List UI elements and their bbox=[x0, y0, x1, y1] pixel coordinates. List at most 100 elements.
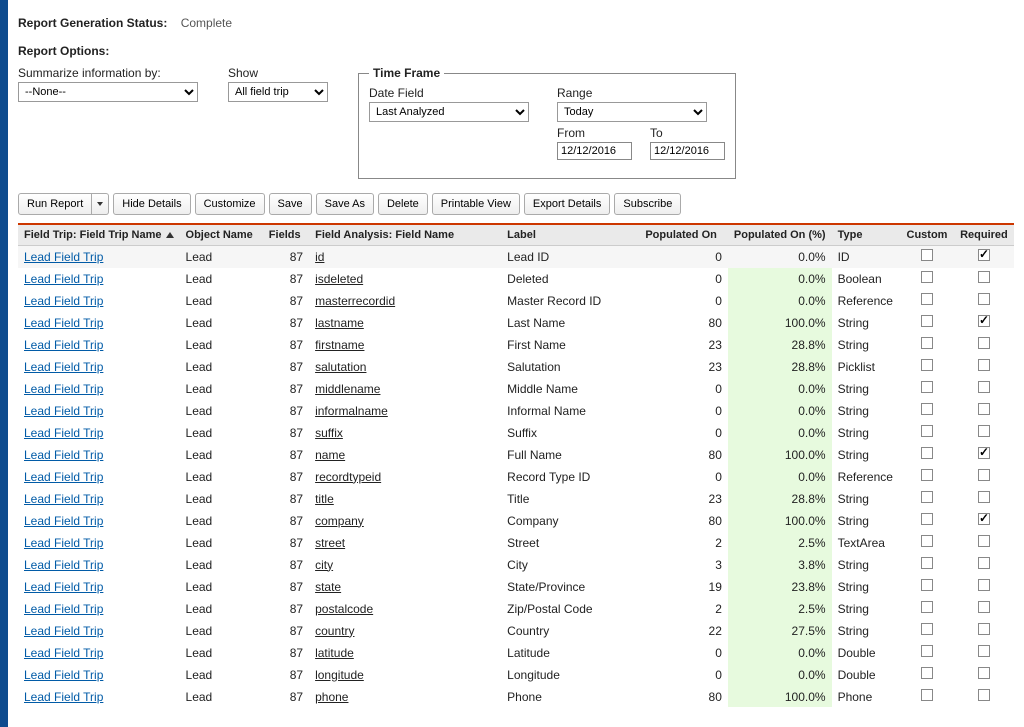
range-select[interactable]: Today bbox=[557, 102, 707, 122]
field-analysis-link[interactable]: longitude bbox=[315, 668, 364, 682]
trip-link[interactable]: Lead Field Trip bbox=[24, 382, 103, 396]
export-details-button[interactable]: Export Details bbox=[524, 193, 610, 215]
checkbox-icon bbox=[978, 557, 990, 569]
field-analysis-link[interactable]: company bbox=[315, 514, 364, 528]
checkbox-icon bbox=[978, 425, 990, 437]
trip-link[interactable]: Lead Field Trip bbox=[24, 448, 103, 462]
col-custom[interactable]: Custom bbox=[901, 225, 955, 246]
cell-custom bbox=[901, 686, 955, 708]
table-row: Lead Field TripLead87postalcodeZip/Posta… bbox=[18, 598, 1014, 620]
cell-populated-pct: 27.5% bbox=[728, 620, 832, 642]
field-analysis-link[interactable]: masterrecordid bbox=[315, 294, 395, 308]
col-populated-on[interactable]: Populated On bbox=[639, 225, 728, 246]
from-input[interactable] bbox=[557, 142, 632, 160]
cell-populated-pct: 0.0% bbox=[728, 466, 832, 488]
checkbox-icon bbox=[978, 359, 990, 371]
cell-object: Lead bbox=[180, 246, 263, 268]
printable-view-button[interactable]: Printable View bbox=[432, 193, 520, 215]
cell-populated-on: 80 bbox=[639, 510, 728, 532]
hide-details-button[interactable]: Hide Details bbox=[113, 193, 190, 215]
trip-link[interactable]: Lead Field Trip bbox=[24, 360, 103, 374]
date-field-select[interactable]: Last Analyzed bbox=[369, 102, 529, 122]
cell-required bbox=[954, 444, 1014, 466]
trip-link[interactable]: Lead Field Trip bbox=[24, 514, 103, 528]
cell-fields: 87 bbox=[263, 554, 309, 576]
checkbox-icon bbox=[978, 381, 990, 393]
trip-link[interactable]: Lead Field Trip bbox=[24, 294, 103, 308]
cell-custom bbox=[901, 510, 955, 532]
trip-link[interactable]: Lead Field Trip bbox=[24, 646, 103, 660]
table-row: Lead Field TripLead87middlenameMiddle Na… bbox=[18, 378, 1014, 400]
col-trip[interactable]: Field Trip: Field Trip Name bbox=[18, 225, 180, 246]
cell-populated-pct: 28.8% bbox=[728, 334, 832, 356]
cell-type: Reference bbox=[832, 466, 901, 488]
save-button[interactable]: Save bbox=[269, 193, 312, 215]
field-analysis-link[interactable]: lastname bbox=[315, 316, 364, 330]
trip-link[interactable]: Lead Field Trip bbox=[24, 338, 103, 352]
trip-link[interactable]: Lead Field Trip bbox=[24, 492, 103, 506]
field-analysis-link[interactable]: street bbox=[315, 536, 345, 550]
trip-link[interactable]: Lead Field Trip bbox=[24, 624, 103, 638]
save-as-button[interactable]: Save As bbox=[316, 193, 374, 215]
table-row: Lead Field TripLead87titleTitle2328.8%St… bbox=[18, 488, 1014, 510]
col-object[interactable]: Object Name bbox=[180, 225, 263, 246]
field-analysis-link[interactable]: isdeleted bbox=[315, 272, 363, 286]
field-analysis-link[interactable]: city bbox=[315, 558, 333, 572]
trip-link[interactable]: Lead Field Trip bbox=[24, 690, 103, 704]
cell-populated-pct: 0.0% bbox=[728, 378, 832, 400]
trip-link[interactable]: Lead Field Trip bbox=[24, 536, 103, 550]
field-analysis-link[interactable]: country bbox=[315, 624, 354, 638]
customize-button[interactable]: Customize bbox=[195, 193, 265, 215]
field-analysis-link[interactable]: title bbox=[315, 492, 334, 506]
cell-label: Full Name bbox=[501, 444, 639, 466]
field-analysis-link[interactable]: phone bbox=[315, 690, 348, 704]
field-analysis-link[interactable]: suffix bbox=[315, 426, 343, 440]
toolbar: Run Report Hide Details Customize Save S… bbox=[18, 193, 1014, 215]
cell-object: Lead bbox=[180, 312, 263, 334]
field-analysis-link[interactable]: id bbox=[315, 250, 324, 264]
cell-populated-pct: 2.5% bbox=[728, 598, 832, 620]
delete-button[interactable]: Delete bbox=[378, 193, 428, 215]
trip-link[interactable]: Lead Field Trip bbox=[24, 250, 103, 264]
field-analysis-link[interactable]: postalcode bbox=[315, 602, 373, 616]
trip-link[interactable]: Lead Field Trip bbox=[24, 558, 103, 572]
field-analysis-link[interactable]: latitude bbox=[315, 646, 354, 660]
summarize-select[interactable]: --None-- bbox=[18, 82, 198, 102]
checkbox-icon bbox=[978, 535, 990, 547]
trip-link[interactable]: Lead Field Trip bbox=[24, 404, 103, 418]
field-analysis-link[interactable]: state bbox=[315, 580, 341, 594]
run-report-button[interactable]: Run Report bbox=[18, 193, 92, 215]
cell-object: Lead bbox=[180, 686, 263, 708]
field-analysis-link[interactable]: salutation bbox=[315, 360, 366, 374]
col-type[interactable]: Type bbox=[832, 225, 901, 246]
trip-link[interactable]: Lead Field Trip bbox=[24, 602, 103, 616]
sort-asc-icon bbox=[166, 232, 174, 238]
field-analysis-link[interactable]: firstname bbox=[315, 338, 364, 352]
show-select[interactable]: All field trip bbox=[228, 82, 328, 102]
cell-populated-pct: 100.0% bbox=[728, 686, 832, 708]
trip-link[interactable]: Lead Field Trip bbox=[24, 426, 103, 440]
checkbox-icon bbox=[978, 623, 990, 635]
subscribe-button[interactable]: Subscribe bbox=[614, 193, 681, 215]
col-required[interactable]: Required bbox=[954, 225, 1014, 246]
run-report-dropdown[interactable] bbox=[92, 193, 109, 215]
cell-populated-pct: 100.0% bbox=[728, 312, 832, 334]
trip-link[interactable]: Lead Field Trip bbox=[24, 470, 103, 484]
to-input[interactable] bbox=[650, 142, 725, 160]
field-analysis-link[interactable]: name bbox=[315, 448, 345, 462]
field-analysis-link[interactable]: middlename bbox=[315, 382, 380, 396]
col-analysis[interactable]: Field Analysis: Field Name bbox=[309, 225, 501, 246]
cell-type: String bbox=[832, 598, 901, 620]
trip-link[interactable]: Lead Field Trip bbox=[24, 272, 103, 286]
trip-link[interactable]: Lead Field Trip bbox=[24, 316, 103, 330]
cell-fields: 87 bbox=[263, 510, 309, 532]
col-fields[interactable]: Fields bbox=[263, 225, 309, 246]
field-analysis-link[interactable]: recordtypeid bbox=[315, 470, 381, 484]
cell-custom bbox=[901, 422, 955, 444]
trip-link[interactable]: Lead Field Trip bbox=[24, 580, 103, 594]
col-label[interactable]: Label bbox=[501, 225, 639, 246]
col-populated-pct[interactable]: Populated On (%) bbox=[728, 225, 832, 246]
trip-link[interactable]: Lead Field Trip bbox=[24, 668, 103, 682]
cell-label: Phone bbox=[501, 686, 639, 708]
field-analysis-link[interactable]: informalname bbox=[315, 404, 388, 418]
